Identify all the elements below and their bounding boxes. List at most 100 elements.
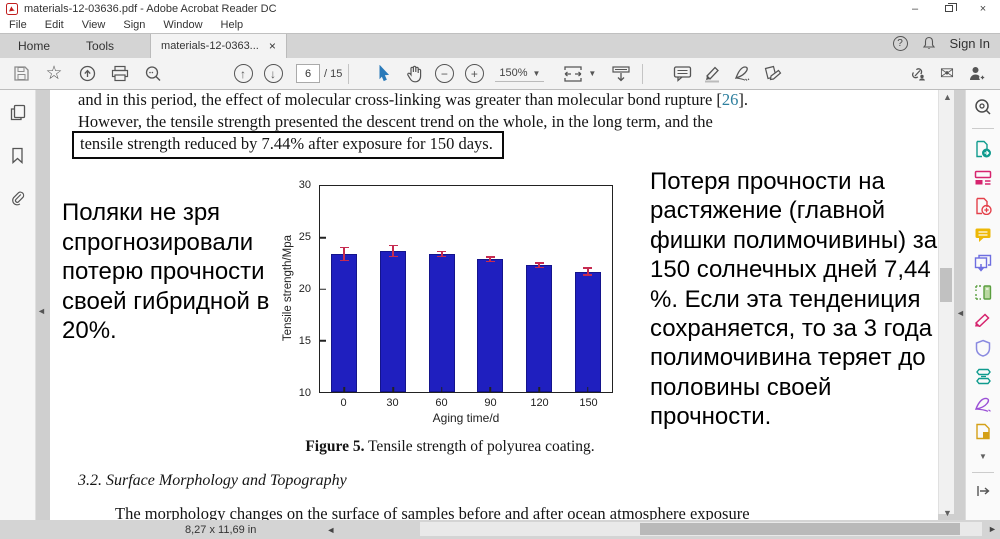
error-bar-60 bbox=[437, 250, 447, 258]
left-annotation: Поляки не зря спрогнозировали потерю про… bbox=[62, 199, 270, 345]
bookmarks-icon[interactable] bbox=[11, 147, 24, 164]
error-bar-150 bbox=[583, 267, 593, 276]
paragraph-line-1: and in this period, the effect of molecu… bbox=[78, 90, 749, 109]
scan-ocr-icon[interactable] bbox=[974, 284, 992, 302]
search-tools-icon[interactable] bbox=[974, 98, 992, 116]
zoom-in-icon[interactable]: + bbox=[459, 61, 489, 87]
expand-panel-icon[interactable] bbox=[976, 485, 990, 497]
vertical-scrollbar-thumb[interactable] bbox=[940, 268, 952, 302]
highlight-icon[interactable] bbox=[697, 61, 727, 87]
bar-90 bbox=[477, 259, 504, 392]
chevron-down-icon[interactable]: ▼ bbox=[979, 452, 987, 461]
minimize-button[interactable]: – bbox=[898, 0, 932, 17]
xtick-30: 30 bbox=[386, 397, 399, 409]
reading-mode-icon[interactable] bbox=[606, 61, 636, 87]
chevron-down-icon[interactable]: ▼ bbox=[588, 69, 596, 78]
sign-icon[interactable] bbox=[727, 61, 757, 87]
tab-home[interactable]: Home bbox=[0, 34, 68, 58]
menu-edit[interactable]: Edit bbox=[36, 17, 73, 33]
chart-xaxis-labels: 0 30 60 90 120 150 bbox=[319, 397, 613, 411]
window-title: materials-12-03636.pdf - Adobe Acrobat R… bbox=[24, 2, 277, 15]
page-number-input[interactable] bbox=[296, 64, 320, 83]
vertical-scrollbar[interactable] bbox=[938, 90, 954, 514]
menu-view[interactable]: View bbox=[73, 17, 115, 33]
star-icon[interactable]: ☆ bbox=[39, 61, 69, 87]
figure-caption-label: Figure 5. bbox=[305, 438, 365, 455]
tab-document[interactable]: materials-12-0363... × bbox=[150, 34, 287, 58]
protect-icon[interactable] bbox=[975, 339, 991, 357]
fit-width-icon[interactable] bbox=[558, 61, 588, 87]
menu-file[interactable]: File bbox=[0, 17, 36, 33]
compress-pdf-icon[interactable] bbox=[974, 368, 993, 385]
organize-pages-icon[interactable] bbox=[974, 170, 992, 186]
zoom-level-dropdown[interactable]: 150% ▼ bbox=[495, 65, 545, 82]
find-icon[interactable] bbox=[138, 61, 168, 87]
right-annotation: Потеря прочности на растяжение (главной … bbox=[650, 168, 938, 431]
highlighted-sentence-box: tensile strength reduced by 7.44% after … bbox=[72, 131, 504, 159]
select-tool-icon[interactable] bbox=[369, 61, 399, 87]
stamp-icon[interactable] bbox=[757, 61, 787, 87]
citation-link[interactable]: 26 bbox=[722, 90, 739, 109]
error-bar-90 bbox=[485, 256, 495, 263]
close-button[interactable]: × bbox=[966, 0, 1000, 17]
ytick-15: 15 bbox=[298, 335, 311, 347]
error-bar-120 bbox=[534, 262, 544, 269]
share-upload-icon[interactable] bbox=[72, 61, 102, 87]
print-icon[interactable] bbox=[105, 61, 135, 87]
next-page-icon[interactable]: ↓ bbox=[258, 61, 288, 87]
tab-tools[interactable]: Tools bbox=[68, 34, 132, 58]
xtick-mark bbox=[343, 387, 346, 392]
ytick-25: 25 bbox=[298, 231, 311, 243]
comment-icon[interactable] bbox=[667, 61, 697, 87]
bar-0 bbox=[331, 253, 358, 392]
page-size-label: 8,27 x 11,69 in bbox=[185, 523, 257, 536]
create-pdf-icon[interactable] bbox=[974, 197, 992, 215]
zoom-out-icon[interactable]: − bbox=[429, 61, 459, 87]
collapse-left-arrow-icon[interactable]: ◄ bbox=[37, 306, 46, 316]
attachments-icon[interactable] bbox=[10, 190, 25, 208]
menu-window[interactable]: Window bbox=[154, 17, 211, 33]
export-pdf-icon[interactable] bbox=[974, 140, 992, 158]
combine-files-icon[interactable] bbox=[974, 254, 992, 272]
scroll-up-icon[interactable]: ▲ bbox=[943, 92, 952, 102]
fill-sign-icon[interactable] bbox=[974, 313, 993, 327]
sign-in-button[interactable]: Sign In bbox=[950, 36, 990, 51]
tab-close-icon[interactable]: × bbox=[269, 39, 276, 53]
header-right: ? Sign In bbox=[892, 36, 990, 51]
email-icon[interactable]: ✉ bbox=[932, 61, 962, 87]
panel-divider bbox=[972, 472, 994, 473]
figure-caption-text: Tensile strength of polyurea coating. bbox=[364, 438, 595, 455]
scroll-right-icon[interactable]: ► bbox=[988, 524, 997, 534]
more-tools-icon[interactable] bbox=[975, 423, 991, 440]
horizontal-scrollbar-thumb[interactable] bbox=[640, 523, 960, 535]
toolbar-divider bbox=[348, 63, 350, 84]
paragraph-line-2: However, the tensile strength presented … bbox=[78, 112, 713, 131]
ytick-20: 20 bbox=[298, 283, 311, 295]
xtick-mark bbox=[392, 387, 394, 392]
menu-sign[interactable]: Sign bbox=[114, 17, 154, 33]
xtick-0: 0 bbox=[340, 397, 347, 409]
restore-button[interactable] bbox=[932, 0, 966, 17]
person-add-icon[interactable] bbox=[962, 61, 992, 87]
adobe-sign-icon[interactable] bbox=[974, 397, 993, 412]
save-icon[interactable] bbox=[6, 61, 36, 87]
chart-yaxis-labels: 10 15 20 25 30 bbox=[288, 179, 315, 399]
zoom-level-value: 150% bbox=[499, 67, 528, 79]
title-bar: materials-12-03636.pdf - Adobe Acrobat R… bbox=[0, 0, 1000, 17]
section-heading: 3.2. Surface Morphology and Topography bbox=[78, 472, 347, 489]
document-tab-label: materials-12-0363... bbox=[161, 40, 259, 52]
tab-bar: Home Tools materials-12-0363... × bbox=[0, 33, 1000, 58]
scroll-left-icon[interactable]: ◄ bbox=[326, 525, 335, 535]
comment-tool-icon[interactable] bbox=[974, 227, 992, 243]
menu-help[interactable]: Help bbox=[212, 17, 253, 33]
hand-tool-icon[interactable] bbox=[399, 61, 429, 87]
collapse-right-panel-icon[interactable]: ◄ bbox=[956, 308, 965, 318]
page-thumbnails-icon[interactable] bbox=[10, 104, 26, 121]
help-icon[interactable]: ? bbox=[892, 36, 908, 51]
minimize-icon: – bbox=[911, 2, 919, 15]
previous-page-icon[interactable]: ↑ bbox=[228, 61, 258, 87]
bell-icon[interactable] bbox=[922, 36, 936, 51]
scroll-down-icon[interactable]: ▼ bbox=[943, 508, 952, 518]
ytick-mark bbox=[320, 339, 326, 342]
share-link-icon[interactable] bbox=[902, 61, 932, 87]
